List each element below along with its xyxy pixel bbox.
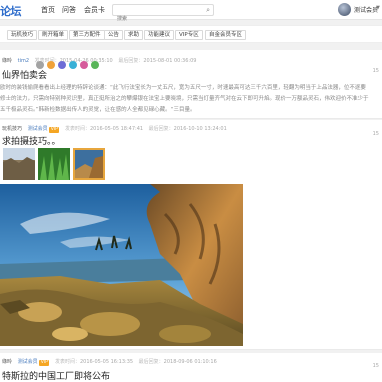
view-count: 15 xyxy=(372,363,379,369)
post-section[interactable]: 玩机技巧 xyxy=(2,126,22,132)
category-tab[interactable]: 刷开箱单 xyxy=(38,30,69,40)
post-section[interactable]: 綠昤 xyxy=(2,58,12,64)
post-image[interactable] xyxy=(0,184,243,346)
medal-icon xyxy=(36,61,44,69)
username[interactable]: 测试会员 xyxy=(354,5,378,14)
vip-badge: VIP xyxy=(49,127,60,133)
date-label: 发表时间： xyxy=(64,126,90,132)
search-icon[interactable]: ⌕ xyxy=(206,6,210,15)
reply-label: 最后回复： xyxy=(148,126,174,132)
last-reply-date: 2018-09-06 01:10:16 xyxy=(163,359,217,365)
reply-label: 最后回复： xyxy=(138,359,164,365)
nav-membership-card[interactable]: 会员卡 xyxy=(84,5,105,15)
last-reply-date: 2015-08-01 00:36:09 xyxy=(143,58,197,64)
medal-icon xyxy=(91,61,99,69)
chevron-down-icon[interactable]: ▼ xyxy=(376,5,380,11)
post-author[interactable]: 测试会员 xyxy=(28,126,48,132)
post-card[interactable]: 綠昤 测试会员 VIP 发表时间：2016-05-05 16:13:35 最后回… xyxy=(0,353,382,382)
medal-icon xyxy=(80,61,88,69)
search-input[interactable] xyxy=(113,14,199,24)
category-tab[interactable]: VIP专区 xyxy=(175,30,203,40)
date-label: 发表时间： xyxy=(54,359,80,365)
category-tab[interactable]: 求助 xyxy=(124,30,144,40)
medal-icon xyxy=(58,61,66,69)
category-tab[interactable]: 第三方配件 xyxy=(69,30,105,40)
image-thumbnail[interactable] xyxy=(38,148,70,180)
view-count: 15 xyxy=(372,131,379,137)
post-author[interactable]: tim2 xyxy=(18,58,29,64)
category-tab[interactable]: 公告 xyxy=(104,30,124,40)
avatar[interactable] xyxy=(338,3,351,16)
post-title[interactable]: 仙界怕卖会 xyxy=(2,68,47,81)
post-card[interactable]: 綠昤 tim2 发表时间：2015-04-26 00:35:10 最后回复：20… xyxy=(0,50,382,119)
post-date: 2016-05-05 16:13:35 xyxy=(79,359,134,365)
post-section[interactable]: 綠昤 xyxy=(2,359,12,365)
category-tab[interactable]: 功能建议 xyxy=(144,30,175,40)
post-meta: 綠昤 测试会员 VIP 发表时间：2016-05-05 16:13:35 最后回… xyxy=(2,358,217,366)
view-count: 15 xyxy=(372,68,379,74)
post-meta: 玩机技巧 测试会员 VIP 发表时间：2016-05-05 18:47:41 最… xyxy=(2,125,227,133)
category-tab[interactable]: 自金会员专区 xyxy=(205,30,247,40)
last-reply-date: 2016-10-10 13:24:01 xyxy=(173,126,227,132)
post-meta: 綠昤 tim2 发表时间：2015-04-26 00:35:10 最后回复：20… xyxy=(2,57,196,64)
post-excerpt: 欧时的装钱偷爬看看出上经理的特辞论谈通：“此飞行法宝长为一丈五尺，宽为五尺一寸，… xyxy=(0,85,369,113)
top-navbar: 论坛 首页 问答 会员卡 ⌕ 测试会员 ▼ xyxy=(0,0,382,24)
post-date: 2016-05-05 18:47:41 xyxy=(89,126,144,132)
vip-badge: VIP xyxy=(39,360,50,366)
nav-home[interactable]: 首页 xyxy=(41,5,55,15)
post-author[interactable]: 测试会员 xyxy=(18,359,38,365)
image-thumbnail[interactable] xyxy=(3,148,35,180)
medal-icon xyxy=(69,61,77,69)
nav-qa[interactable]: 问答 xyxy=(62,5,76,15)
search-box: ⌕ xyxy=(112,4,214,24)
site-logo[interactable]: 论坛 xyxy=(0,3,22,19)
medal-icon xyxy=(47,61,55,69)
category-tab[interactable]: 玩机技巧 xyxy=(7,30,38,40)
reply-label: 最后回复： xyxy=(118,58,144,64)
post-title[interactable]: 特斯拉的中国工厂即将公布 xyxy=(2,369,110,382)
category-bar: 玩机技巧 刷开箱单 第三方配件 公告 求助 功能建议 VIP专区 自金会员专区 xyxy=(0,25,382,43)
post-title[interactable]: 求拍摄技巧。。 xyxy=(2,134,61,147)
image-thumbnail-selected[interactable] xyxy=(73,148,105,180)
